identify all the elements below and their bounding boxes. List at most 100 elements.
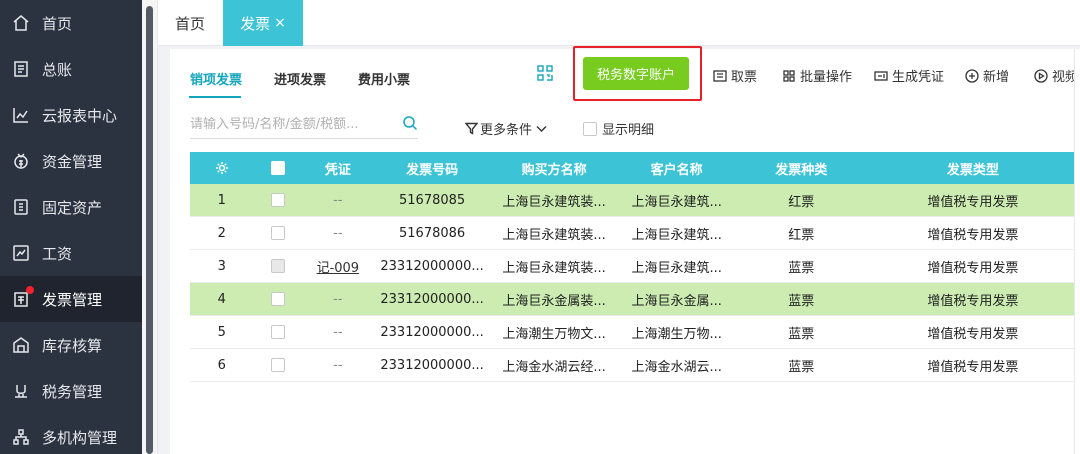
table-header: 凭证 发票号码 购买方名称 客户名称 发票种类 发票类型: [190, 152, 1080, 184]
column-header[interactable]: 发票类型: [866, 152, 1080, 184]
invoice-type-cell: 增值税专用发票: [927, 260, 1019, 276]
row-number: 1: [217, 192, 226, 208]
row-checkbox[interactable]: [271, 193, 286, 207]
tab-sales-invoice[interactable]: 销项发票: [174, 58, 258, 98]
sidebar-item-home[interactable]: 首页: [0, 0, 142, 46]
sidebar-item-invoice-management[interactable]: 发票管理: [0, 276, 142, 322]
column-header[interactable]: 购买方名称: [492, 152, 617, 184]
show-detail-toggle[interactable]: 显示明细: [583, 119, 654, 138]
invoice-kind-cell: 红票: [788, 194, 815, 210]
filter-icon: [465, 122, 478, 135]
table-row[interactable]: 1 -- 51678085 上海巨永建筑装... 上海巨永建筑... 红票 增值…: [190, 184, 1080, 217]
customer-name-cell: 上海巨永建筑...: [631, 194, 722, 210]
sidebar-item-multi-org[interactable]: 多机构管理: [0, 414, 142, 454]
tab-purchase-invoice[interactable]: 进项发票: [258, 58, 342, 98]
report-chart-icon: [11, 105, 31, 125]
sidebar-item-report-center[interactable]: 云报表中心: [0, 92, 142, 138]
show-detail-checkbox[interactable]: [583, 121, 597, 136]
invoice-number-cell: 23312000000...: [380, 291, 484, 307]
batch-operation-button[interactable]: 批量操作: [781, 66, 852, 85]
row-checkbox-cell: [254, 283, 304, 315]
sidebar-item-salary[interactable]: 工资: [0, 230, 142, 276]
row-checkbox[interactable]: [271, 325, 286, 339]
fetch-invoice-button[interactable]: 取票: [712, 66, 757, 85]
more-conditions-dropdown[interactable]: 更多条件: [465, 119, 550, 138]
fetch-label: 取票: [731, 70, 758, 85]
fetch-icon: [712, 68, 728, 84]
tab-home[interactable]: 首页: [175, 13, 205, 34]
voucher-cell: --: [333, 291, 343, 307]
customer-name-cell: 上海潮生万物...: [631, 326, 722, 342]
row-checkbox[interactable]: [271, 226, 286, 240]
sidebar-item-inventory[interactable]: 库存核算: [0, 322, 142, 368]
search-input[interactable]: [190, 113, 380, 135]
column-header[interactable]: 发票种类: [737, 152, 866, 184]
sidebar-item-tax[interactable]: 税务管理: [0, 368, 142, 414]
table-row[interactable]: 5 -- 23312000000... 上海潮生万物文... 上海潮生万物...…: [190, 316, 1080, 349]
sidebar-item-label: 云报表中心: [42, 106, 118, 125]
voucher-cell: 记-009: [303, 250, 372, 282]
row-checkbox-disabled: [271, 259, 286, 273]
voucher-link[interactable]: 记-009: [317, 257, 360, 276]
column-header[interactable]: 客户名称: [617, 152, 737, 184]
row-checkbox[interactable]: [271, 292, 286, 306]
gear-icon[interactable]: [190, 152, 254, 184]
sidebar-item-fixed-assets[interactable]: 固定资产: [0, 184, 142, 230]
invoice-kind-cell: 蓝票: [788, 260, 815, 276]
table-row[interactable]: 2 -- 51678086 上海巨永建筑装... 上海巨永建筑... 红票 增值…: [190, 217, 1080, 250]
column-header[interactable]: 凭证: [303, 152, 372, 184]
invoice-type-cell: 增值税专用发票: [927, 293, 1019, 309]
scrollbar-thumb[interactable]: [146, 6, 153, 454]
invoice-kind-cell: 红票: [788, 227, 815, 243]
invoice-kind-cell: 蓝票: [788, 326, 815, 342]
voucher-cell: --: [333, 225, 343, 241]
tab-expense-receipt[interactable]: 费用小票: [342, 58, 426, 98]
search-icon[interactable]: [402, 115, 418, 131]
sidebar-scrollbar[interactable]: [142, 0, 158, 454]
row-checkbox-cell: [254, 184, 304, 216]
add-label: 新增: [983, 70, 1010, 85]
row-checkbox-cell: [254, 316, 304, 348]
sidebar-item-label: 税务管理: [42, 382, 103, 401]
invoice-type-cell: 增值税专用发票: [927, 326, 1019, 342]
row-number: 3: [217, 258, 226, 274]
sidebar-item-label: 库存核算: [42, 336, 103, 355]
sidebar-item-label: 多机构管理: [42, 428, 118, 447]
ledger-icon: [11, 59, 31, 79]
invoice-kind-cell: 蓝票: [788, 359, 815, 375]
tax-digital-account-button[interactable]: 税务数字账户: [583, 57, 689, 90]
row-number: 2: [217, 225, 226, 241]
buyer-name-cell: 上海巨永金属装...: [502, 293, 606, 309]
generate-voucher-button[interactable]: 生成凭证: [873, 66, 944, 85]
chevron-down-icon: [536, 126, 547, 132]
voucher-cell: --: [333, 357, 343, 373]
buyer-name-cell: 上海潮生万物文...: [502, 326, 606, 342]
sidebar-item-funds[interactable]: 资金管理: [0, 138, 142, 184]
table-row[interactable]: 6 -- 23312000000... 上海金水湖云经... 上海金水湖云...…: [190, 349, 1080, 382]
table-row[interactable]: 4 -- 23312000000... 上海巨永金属装... 上海巨永金属...…: [190, 283, 1080, 316]
close-icon[interactable]: ×: [274, 15, 286, 31]
row-number: 4: [217, 291, 226, 307]
more-conditions-label: 更多条件: [480, 123, 533, 138]
add-button[interactable]: 新增: [964, 66, 1009, 85]
qr-code-icon[interactable]: [536, 64, 554, 82]
invoice-table: 凭证 发票号码 购买方名称 客户名称 发票种类 发票类型 1 -- 516780…: [190, 152, 1080, 382]
table-row[interactable]: 3 记-009 23312000000... 上海巨永建筑装... 上海巨永建筑…: [190, 250, 1080, 283]
customer-name-cell: 上海金水湖云...: [631, 359, 722, 375]
invoice-number-cell: 51678086: [399, 225, 466, 241]
select-all-checkbox[interactable]: [271, 161, 286, 175]
voucher-label: 生成凭证: [892, 70, 945, 85]
buyer-name-cell: 上海金水湖云经...: [502, 359, 606, 375]
invoice-number-cell: 23312000000...: [380, 357, 484, 373]
video-button[interactable]: 视频: [1033, 66, 1078, 85]
buyer-name-cell: 上海巨永建筑装...: [502, 260, 606, 276]
sidebar-item-ledger[interactable]: 总账: [0, 46, 142, 92]
customer-name-cell: 上海巨永建筑...: [631, 260, 722, 276]
tab-invoice[interactable]: 发票 ×: [223, 0, 303, 46]
batch-label: 批量操作: [800, 70, 853, 85]
invoice-panel: 销项发票 进项发票 费用小票 税务数字账户 取票 批量操作 生成凭证 新增 视频…: [170, 46, 1080, 454]
row-checkbox[interactable]: [271, 358, 286, 372]
row-checkbox-cell: [254, 349, 304, 381]
voucher-cell: --: [333, 324, 343, 340]
column-header[interactable]: 发票号码: [373, 152, 492, 184]
